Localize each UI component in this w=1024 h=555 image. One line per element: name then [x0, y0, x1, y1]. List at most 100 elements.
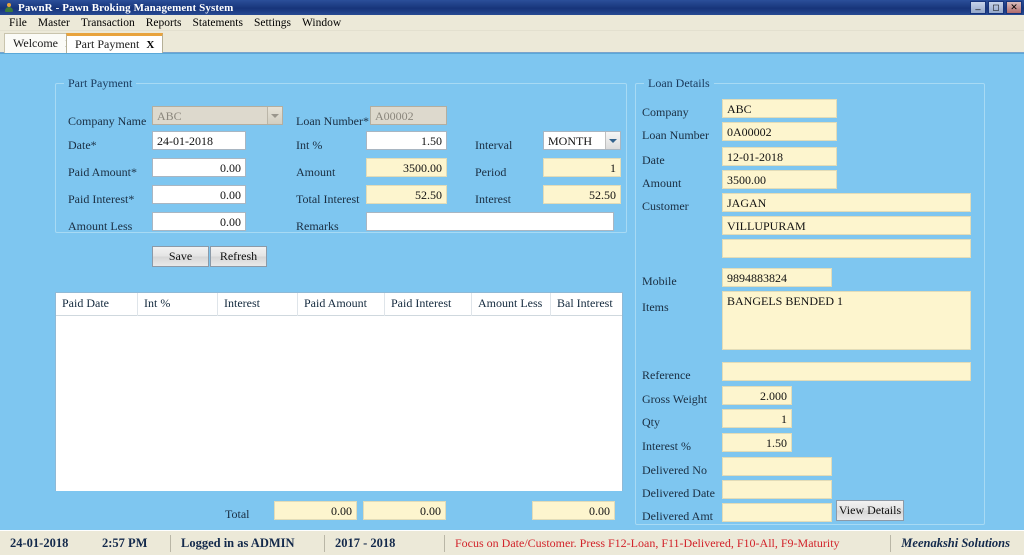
window-controls: _ ◻ ✕ [970, 0, 1022, 14]
ld-gross-weight-label: Gross Weight [642, 392, 708, 406]
grid-total-paid-amount: 0.00 [363, 501, 446, 520]
ld-mobile-value: 9894883824 [722, 268, 832, 287]
interest-input: 52.50 [543, 185, 621, 204]
paid-amount-label: Paid Amount* [68, 165, 138, 179]
menu-item-transaction[interactable]: Transaction [76, 16, 141, 30]
amount-less-input[interactable]: 0.00 [152, 212, 246, 231]
ld-reference-label: Reference [642, 368, 691, 382]
paid-interest-input[interactable]: 0.00 [152, 185, 246, 204]
tab-part-payment-label: Part Payment [75, 37, 140, 51]
loan-number-label: Loan Number* [296, 114, 369, 128]
ld-delivered-no-value [722, 457, 832, 476]
grid-total-interest: 0.00 [274, 501, 357, 520]
ld-company-label: Company [642, 105, 689, 119]
grid-total-label: Total [225, 507, 250, 521]
ld-amount-value: 3500.00 [722, 170, 837, 189]
ld-loan-number-label: Loan Number [642, 128, 709, 142]
total-interest-label: Total Interest [296, 192, 360, 206]
date-input[interactable]: 24-01-2018 [152, 131, 246, 150]
grid-col-paid-date[interactable]: Paid Date [56, 293, 138, 316]
loan-number-input: A00002 [370, 106, 447, 125]
menu-item-master[interactable]: Master [33, 16, 76, 30]
ld-items-value: BANGELS BENDED 1 [722, 291, 971, 350]
status-hint: Focus on Date/Customer. Press F12-Loan, … [444, 534, 890, 552]
total-interest-input: 52.50 [366, 185, 447, 204]
ld-delivered-no-label: Delivered No [642, 463, 707, 477]
company-name-combo[interactable]: ABC [152, 106, 283, 125]
company-name-label: Company Name [68, 114, 147, 128]
part-payment-legend: Part Payment [64, 76, 137, 91]
menu-item-window[interactable]: Window [297, 16, 347, 30]
int-pct-label: Int % [296, 138, 323, 152]
grid-col-amount-less[interactable]: Amount Less [472, 293, 551, 316]
interest-label: Interest [475, 192, 511, 206]
grid-body[interactable] [56, 316, 622, 491]
window-title: PawnR - Pawn Broking Management System [18, 1, 234, 14]
ld-qty-label: Qty [642, 415, 660, 429]
maximize-icon[interactable]: ◻ [988, 1, 1004, 14]
application-window: PawnR - Pawn Broking Management System _… [0, 0, 1024, 555]
ld-items-label: Items [642, 300, 669, 314]
refresh-button[interactable]: Refresh [210, 246, 267, 267]
menu-item-reports[interactable]: Reports [141, 16, 188, 30]
period-input: 1 [543, 158, 621, 177]
ld-delivered-amt-label: Delivered Amt [642, 509, 713, 523]
date-label: Date* [68, 138, 97, 152]
int-pct-input[interactable]: 1.50 [366, 131, 447, 150]
amount-label: Amount [296, 165, 336, 179]
ld-customer-name: JAGAN [722, 193, 971, 212]
title-bar: PawnR - Pawn Broking Management System _… [0, 0, 1024, 15]
grid-col-interest[interactable]: Interest [218, 293, 298, 316]
menu-item-file[interactable]: File [4, 16, 33, 30]
ld-delivered-amt-value [722, 503, 832, 522]
menu-item-statements[interactable]: Statements [188, 16, 249, 30]
ld-reference-value [722, 362, 971, 381]
amount-input: 3500.00 [366, 158, 447, 177]
ld-interest-pct-value: 1.50 [722, 433, 792, 452]
remarks-input[interactable] [366, 212, 614, 231]
part-payment-group: Part Payment [55, 76, 627, 233]
status-time: 2:57 PM [102, 535, 148, 550]
company-name-value: ABC [152, 106, 283, 125]
interval-combo[interactable]: MONTH [543, 131, 621, 150]
close-icon[interactable]: ✕ [1006, 1, 1022, 14]
grid-total-bal-interest: 0.00 [532, 501, 615, 520]
ld-date-value: 12-01-2018 [722, 147, 837, 166]
view-details-button[interactable]: View Details [836, 500, 904, 521]
status-bar: 24-01-2018 2:57 PM Logged in as ADMIN 20… [0, 530, 1024, 555]
minimize-icon[interactable]: _ [970, 0, 986, 14]
tab-part-payment-close-icon[interactable]: X [146, 39, 154, 51]
ld-delivered-date-label: Delivered Date [642, 486, 715, 500]
paid-amount-input[interactable]: 0.00 [152, 158, 246, 177]
status-fiscal-year: 2017 - 2018 [324, 534, 444, 552]
ld-qty-value: 1 [722, 409, 792, 428]
amount-less-label: Amount Less [68, 219, 133, 233]
ld-customer-extra [722, 239, 971, 258]
ld-gross-weight-value: 2.000 [722, 386, 792, 405]
client-area: Part Payment Company Name ABC Date* 24-0… [0, 53, 1024, 530]
ld-customer-label: Customer [642, 199, 689, 213]
user-icon [3, 2, 14, 13]
tab-welcome-label: Welcome [13, 36, 59, 50]
tab-part-payment[interactable]: Part Payment X [66, 33, 164, 53]
paid-interest-label: Paid Interest* [68, 192, 135, 206]
menu-bar: File Master Transaction Reports Statemen… [0, 15, 1024, 31]
loan-details-legend: Loan Details [644, 76, 714, 91]
status-date: 24-01-2018 [10, 535, 69, 550]
form-canvas: Part Payment Company Name ABC Date* 24-0… [4, 56, 1020, 529]
grid-col-paid-amount[interactable]: Paid Amount [298, 293, 385, 316]
ld-loan-number-value: 0A00002 [722, 122, 837, 141]
grid-col-paid-interest[interactable]: Paid Interest [385, 293, 472, 316]
grid-col-bal-interest[interactable]: Bal Interest [551, 293, 622, 316]
grid-col-int-pct[interactable]: Int % [138, 293, 218, 316]
chevron-down-icon[interactable] [267, 107, 282, 124]
ld-date-label: Date [642, 153, 665, 167]
menu-item-settings[interactable]: Settings [249, 16, 297, 30]
part-payment-grid[interactable]: Paid Date Int % Interest Paid Amount Pai… [55, 292, 623, 491]
ld-amount-label: Amount [642, 176, 682, 190]
period-label: Period [475, 165, 507, 179]
ld-customer-address: VILLUPURAM [722, 216, 971, 235]
save-button[interactable]: Save [152, 246, 209, 267]
ld-mobile-label: Mobile [642, 274, 677, 288]
chevron-down-icon[interactable] [605, 132, 620, 149]
